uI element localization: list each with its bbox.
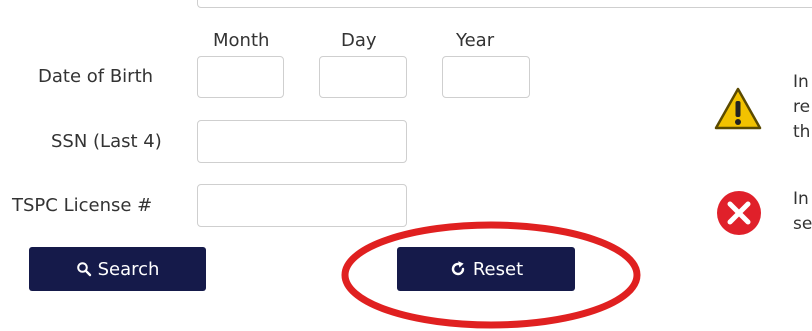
refresh-icon [449,260,467,278]
license-label: TSPC License # [12,195,153,216]
dob-year-input[interactable] [442,56,530,98]
reset-button[interactable]: Reset [397,247,575,291]
month-column-header: Month [213,30,270,51]
top-input-field[interactable] [197,0,812,8]
reset-button-label: Reset [472,258,524,280]
error-notice-text: In se [793,189,812,234]
search-icon [76,261,92,277]
ssn-label: SSN (Last 4) [51,131,162,152]
year-column-header: Year [456,30,495,51]
ssn-input[interactable] [197,120,407,163]
search-button-label: Search [97,258,160,280]
warning-icon [713,86,763,132]
dob-label: Date of Birth [38,66,154,87]
warning-notice-text: In re th [793,72,811,142]
dob-month-input[interactable] [197,56,284,98]
day-column-header: Day [341,30,377,51]
search-button[interactable]: Search [29,247,206,291]
dob-day-input[interactable] [319,56,407,98]
license-input[interactable] [197,184,407,227]
error-icon [715,191,765,237]
